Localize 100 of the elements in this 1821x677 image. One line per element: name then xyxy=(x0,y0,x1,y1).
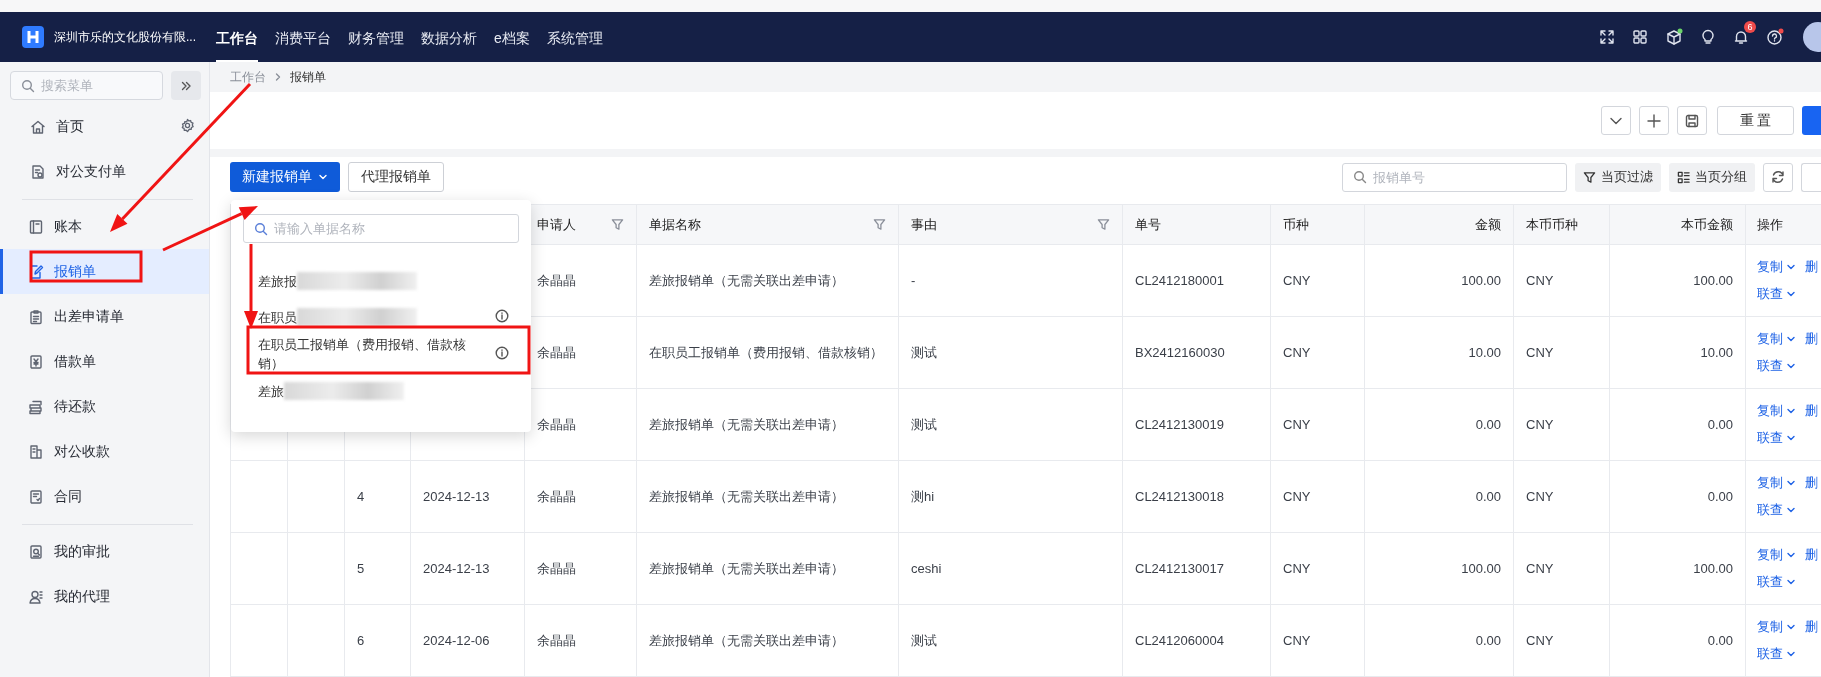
sidebar-item[interactable]: 账本 xyxy=(0,204,209,249)
save-button[interactable] xyxy=(1677,106,1707,135)
column-header: 单据名称 xyxy=(636,204,899,245)
search-input[interactable]: 请输入单据名称 xyxy=(274,221,510,236)
action-link[interactable]: 删 xyxy=(1805,258,1818,276)
expand-button[interactable] xyxy=(1601,106,1631,135)
column-header: 本币金额 xyxy=(1609,204,1746,245)
sidebar-item[interactable]: 首页 xyxy=(2,104,209,149)
column-header: 操作 xyxy=(1745,204,1821,245)
table-cell: 测试 xyxy=(898,316,1123,389)
menu-item[interactable]: 在职员 xyxy=(258,307,297,327)
table-cell: 在职员工报销单（费用报销、借款核销） xyxy=(636,316,899,389)
table-cell: 5 xyxy=(344,532,411,605)
search-input[interactable]: 搜索菜单 xyxy=(41,78,151,93)
action-link[interactable]: 联查 xyxy=(1757,429,1783,447)
column-header: 单号 xyxy=(1122,204,1271,245)
table-cell: CNY xyxy=(1513,604,1610,677)
sidebar-item[interactable]: 对公支付单 xyxy=(2,149,209,194)
action-link[interactable]: 复制 xyxy=(1757,330,1783,348)
table-cell: 测hi xyxy=(898,460,1123,533)
action-link[interactable]: 复制 xyxy=(1757,402,1783,420)
refresh-button[interactable] xyxy=(1763,162,1793,192)
grid-icon xyxy=(1632,29,1648,45)
sidebar-item[interactable]: 我的审批 xyxy=(0,529,209,574)
table-cell: CNY xyxy=(1270,604,1365,677)
refresh-icon xyxy=(1771,170,1785,184)
magnifier-document-icon xyxy=(28,543,44,560)
action-link[interactable]: 删 xyxy=(1805,546,1818,564)
nav-tab[interactable]: 消费平台 xyxy=(275,26,331,62)
table-cell: CL2412130019 xyxy=(1122,388,1271,461)
sidebar-item[interactable]: 待还款 xyxy=(0,384,209,429)
table-cell: 100.00 xyxy=(1364,532,1514,605)
plus-icon xyxy=(1647,113,1661,128)
table-cell: 测试 xyxy=(898,388,1123,461)
action-link[interactable]: 复制 xyxy=(1757,546,1783,564)
action-link[interactable]: 联查 xyxy=(1757,357,1783,375)
search-field[interactable]: 搜索菜单 xyxy=(10,71,163,100)
caret-icon xyxy=(318,172,328,182)
reset-button[interactable]: 重 置 xyxy=(1717,106,1794,135)
notification-badge: 6 xyxy=(1744,21,1756,33)
column-header: 币种 xyxy=(1270,204,1365,245)
menu-item[interactable]: 差旅 xyxy=(258,381,284,401)
search-icon xyxy=(254,221,268,236)
table-cell: 0.00 xyxy=(1364,460,1514,533)
table-cell: CNY xyxy=(1270,244,1365,317)
sidebar-item[interactable]: 我的代理 xyxy=(0,574,209,619)
action-link[interactable]: 联查 xyxy=(1757,645,1783,663)
action-link[interactable]: 删 xyxy=(1805,618,1818,636)
action-link[interactable]: 删 xyxy=(1805,402,1818,420)
action-link[interactable]: 复制 xyxy=(1757,474,1783,492)
table-cell: CNY xyxy=(1270,460,1365,533)
person-icon xyxy=(28,588,44,605)
table-cell: 0.00 xyxy=(1609,388,1746,461)
stack-icon xyxy=(28,398,44,415)
proxy-expense-button[interactable]: 代理报销单 xyxy=(348,162,444,192)
action-link[interactable]: 联查 xyxy=(1757,573,1783,591)
help-icon xyxy=(1766,28,1784,46)
sidebar-item[interactable]: 借款单 xyxy=(0,339,209,384)
chevron-right-icon xyxy=(274,73,282,81)
table-cell: 余晶晶 xyxy=(524,604,637,677)
table-cell: 100.00 xyxy=(1609,532,1746,605)
table-cell: 4 xyxy=(344,460,411,533)
company-name: 深圳市乐的文化股份有限... xyxy=(54,28,197,46)
logo-icon xyxy=(22,26,44,48)
group-list-icon xyxy=(1677,170,1690,184)
nav-tab[interactable]: e档案 xyxy=(494,26,530,62)
table-cell: 差旅报销单（无需关联出差申请） xyxy=(636,532,899,605)
search-field[interactable]: 报销单号 xyxy=(1342,162,1567,192)
search-field[interactable]: 请输入单据名称 xyxy=(243,214,519,243)
table-cell: 2024-12-13 xyxy=(410,460,525,533)
action-link[interactable]: 删 xyxy=(1805,474,1818,492)
action-link[interactable]: 联查 xyxy=(1757,285,1783,303)
action-link[interactable]: 复制 xyxy=(1757,618,1783,636)
book-icon xyxy=(28,218,44,235)
table-cell: 100.00 xyxy=(1609,244,1746,317)
table-cell: 0.00 xyxy=(1364,604,1514,677)
page-group-button[interactable]: 当页分组 xyxy=(1669,162,1755,192)
nav-tab[interactable]: 系统管理 xyxy=(546,26,603,62)
table-cell: CL2412130017 xyxy=(1122,532,1271,605)
add-button[interactable] xyxy=(1639,106,1669,135)
page-filter-button[interactable]: 当页过滤 xyxy=(1575,162,1661,192)
menu-item[interactable]: 在职员工报销单（费用报销、借款核销） xyxy=(258,335,468,373)
nav-tab[interactable]: 数据分析 xyxy=(421,26,477,62)
new-expense-button[interactable]: 新建报销单 xyxy=(230,162,340,192)
menu-item[interactable]: 差旅报 xyxy=(258,271,297,291)
table-cell: ceshi xyxy=(898,532,1123,605)
action-link[interactable]: 复制 xyxy=(1757,258,1783,276)
sidebar-item[interactable]: 对公收款 xyxy=(0,429,209,474)
sidebar-item[interactable]: 合同 xyxy=(0,474,209,519)
action-link[interactable]: 删 xyxy=(1805,330,1818,348)
bell-icon xyxy=(1733,29,1749,45)
table-cell: CNY xyxy=(1513,244,1610,317)
nav-tab[interactable]: 财务管理 xyxy=(348,26,404,62)
document-icon xyxy=(30,163,46,180)
sidebar-item[interactable]: 出差申请单 xyxy=(0,294,209,339)
search-icon xyxy=(1353,170,1367,184)
action-link[interactable]: 联查 xyxy=(1757,501,1783,519)
sidebar-item[interactable]: 报销单 xyxy=(0,249,209,294)
currency-document-icon xyxy=(28,353,44,370)
fullscreen-icon xyxy=(1599,29,1615,45)
